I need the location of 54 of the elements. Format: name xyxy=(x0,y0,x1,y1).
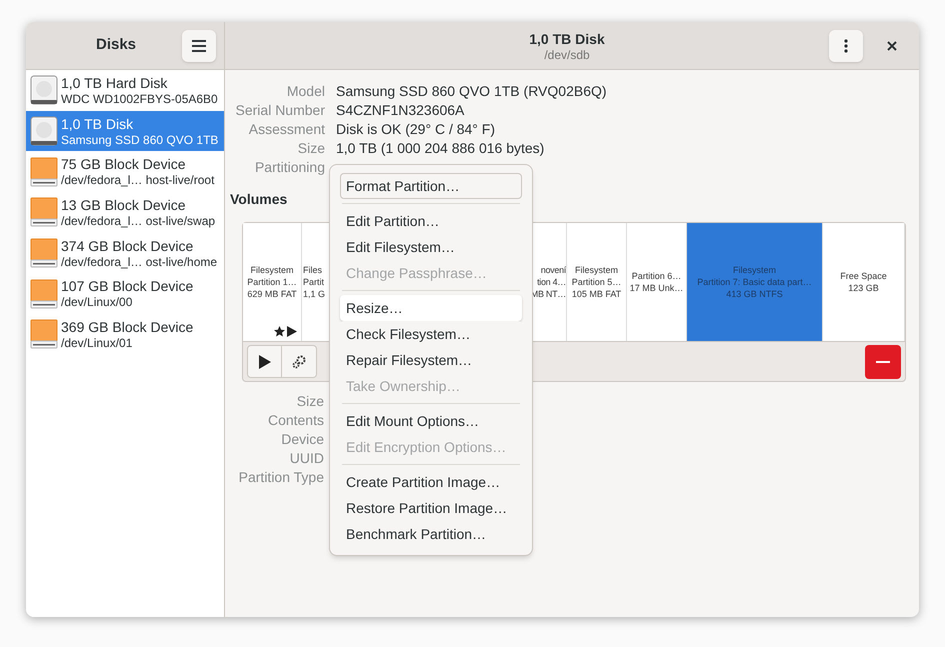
drive-icon xyxy=(30,319,58,350)
mount-button[interactable] xyxy=(247,345,282,378)
menu-item[interactable]: Format Partition… xyxy=(340,173,522,199)
window-title: 1,0 TB Disk xyxy=(529,30,605,48)
info-label: UUID xyxy=(288,449,324,468)
play-icon xyxy=(287,326,297,337)
disk-name: 107 GB Block Device xyxy=(61,279,194,294)
info-label: Contents xyxy=(266,411,324,430)
settings-button[interactable] xyxy=(282,345,317,378)
info-label: Device xyxy=(280,430,324,449)
info-value: 1,0 TB (1 000 204 886 016 bytes) xyxy=(336,139,546,158)
gears-icon xyxy=(291,354,307,368)
disk-list-item[interactable]: 1,0 TB Disk Samsung SSD 860 QVO 1TB xyxy=(26,110,224,152)
disk-name: 13 GB Block Device xyxy=(61,198,186,212)
info-value: Disk is OK (29° C / 84° F) xyxy=(336,120,496,139)
drive-icon xyxy=(30,238,58,268)
disk-detail: /dev/Linux/00 xyxy=(61,296,134,308)
disk-name: 75 GB Block Device xyxy=(61,157,186,172)
more-options-button[interactable] xyxy=(829,30,863,62)
drive-icon xyxy=(30,278,58,309)
menu-icon xyxy=(192,40,206,52)
info-label: Partitioning xyxy=(254,158,325,177)
window-subtitle: /dev/sdb xyxy=(544,48,590,62)
minus-icon xyxy=(876,360,890,362)
close-icon xyxy=(887,40,897,50)
info-label: Model xyxy=(286,82,325,101)
disk-detail: /dev/fedora_l… ost-live/swap xyxy=(61,214,216,227)
disk-name: 374 GB Block Device xyxy=(61,238,194,253)
partition-segment[interactable]: Partition 6… 17 MB Unk… xyxy=(627,223,687,341)
drive-icon xyxy=(30,197,58,228)
info-label: Assessment xyxy=(248,120,325,139)
menu-button[interactable] xyxy=(182,30,216,62)
kebab-icon xyxy=(844,38,848,52)
info-label: Size xyxy=(296,139,325,158)
play-icon xyxy=(258,354,270,368)
star-icon xyxy=(274,326,285,337)
info-value: S4CZNF1N323606A xyxy=(336,101,466,120)
menu-item[interactable]: Resize… xyxy=(340,295,522,321)
disk-detail: /dev/fedora_l… host-live/root xyxy=(61,174,214,186)
disk-detail: /dev/Linux/01 xyxy=(61,336,134,349)
info-label: Serial Number xyxy=(234,101,325,120)
info-label: Size xyxy=(296,392,324,411)
info-label: Partition Type xyxy=(238,468,324,487)
disk-name: 1,0 TB Disk xyxy=(61,116,134,131)
sidebar-title: Disks xyxy=(96,35,136,56)
disk-detail: WDC WD1002FBYS-05A6B0 xyxy=(61,92,218,105)
disk-detail: Samsung SSD 860 QVO 1TB xyxy=(61,134,218,146)
info-value: Samsung SSD 860 QVO 1TB (RVQ02B6Q) xyxy=(336,82,608,101)
volumes-heading: Volumes xyxy=(230,190,288,209)
disk-name: 369 GB Block Device xyxy=(61,320,194,334)
delete-partition-button[interactable] xyxy=(865,344,901,378)
drive-icon xyxy=(30,156,58,187)
disk-name: 1,0 TB Hard Disk xyxy=(61,76,168,90)
disk-detail: /dev/fedora_l… ost-live/home xyxy=(61,256,218,268)
